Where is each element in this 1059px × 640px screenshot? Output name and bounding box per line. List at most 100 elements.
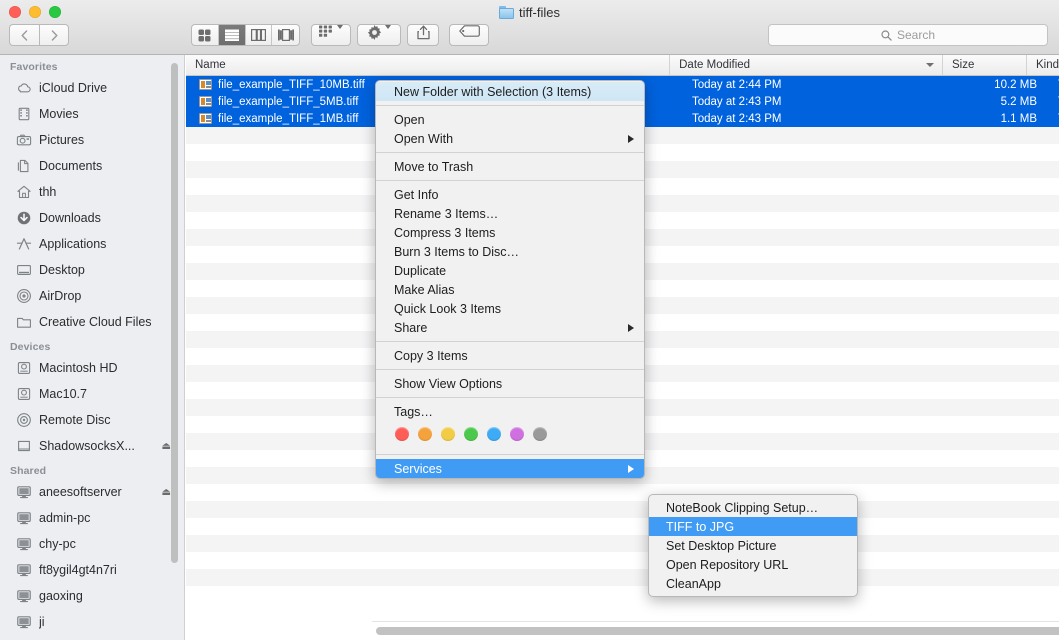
menu-item-burn-3-items-to-disc[interactable]: Burn 3 Items to Disc… [376,242,644,261]
menu-item-new-folder-with-selection-3-items[interactable]: New Folder with Selection (3 Items) [376,82,644,101]
tag-color-dot[interactable] [441,427,455,441]
tiff-image-icon [199,96,212,107]
sidebar[interactable]: Favorites iCloud Drive Movies Pictures Docum… [0,55,185,640]
sidebar-item-chy-pc[interactable]: chy-pc [0,531,184,557]
column-header-size[interactable]: Size [943,55,1027,75]
menu-item-label: Burn 3 Items to Disc… [394,244,520,259]
tag-color-dot[interactable] [418,427,432,441]
menu-item-open-with[interactable]: Open With [376,129,644,148]
menu-item-quick-look-3-items[interactable]: Quick Look 3 Items [376,299,644,318]
sidebar-item-icloud-drive[interactable]: iCloud Drive [0,75,184,101]
tag-color-dot[interactable] [510,427,524,441]
column-header-date-modified[interactable]: Date Modified [670,55,943,75]
submenu-item-set-desktop-picture[interactable]: Set Desktop Picture [649,536,857,555]
submenu-item-notebook-clipping-setup[interactable]: NoteBook Clipping Setup… [649,498,857,517]
documents-icon [16,158,32,174]
chevron-left-icon [21,29,28,41]
submenu-arrow-icon [628,323,634,332]
menu-item-label: Open [394,112,425,127]
tiff-image-icon [199,113,212,124]
sidebar-item-airdrop[interactable]: AirDrop [0,283,184,309]
view-mode-list[interactable] [218,25,246,45]
sidebar-scrollbar[interactable] [171,63,178,563]
view-mode-column[interactable] [246,25,273,45]
menu-item-show-view-options[interactable]: Show View Options [376,374,644,393]
share-icon [416,25,430,40]
back-button[interactable] [9,24,39,46]
view-mode-coverflow[interactable] [272,25,299,45]
sidebar-item-gaoxing[interactable]: gaoxing [0,583,184,609]
eject-icon[interactable]: ⏏ [162,487,171,498]
empty-row [186,518,1059,535]
sidebar-item-label: Remote Disc [39,413,111,427]
sidebar-item-movies[interactable]: Movies [0,101,184,127]
submenu-item-tiff-to-jpg[interactable]: TIFF to JPG [649,517,857,536]
sidebar-item-mac10-7[interactable]: Mac10.7 [0,381,184,407]
finder-window: tiff-files Search Favorites iCloud Drive… [0,0,1059,640]
sidebar-item-ji[interactable]: ji [0,609,184,635]
tag-color-dot[interactable] [464,427,478,441]
sidebar-item-ft8ygil4gt4n7ri[interactable]: ft8ygil4gt4n7ri [0,557,184,583]
menu-item-get-info[interactable]: Get Info [376,185,644,204]
menu-item-tags[interactable]: Tags… [376,402,644,421]
eject-icon[interactable]: ⏏ [162,441,171,452]
tag-color-dot[interactable] [395,427,409,441]
arrange-button[interactable] [311,24,351,46]
column-header-kind[interactable]: Kind [1027,55,1059,75]
sidebar-item-aneesoftserver[interactable]: aneesoftserver ⏏ [0,479,184,505]
sidebar-item-pictures[interactable]: Pictures [0,127,184,153]
share-button[interactable] [407,24,439,46]
tag-icon [458,25,480,37]
sidebar-item-label: aneesoftserver [39,485,122,499]
file-kind-cell: TIFF Image [1049,79,1059,91]
menu-item-copy-3-items[interactable]: Copy 3 Items [376,346,644,365]
sidebar-item-thh[interactable]: thh [0,179,184,205]
column-header-name[interactable]: Name [186,55,671,75]
sidebar-item-macintosh-hd[interactable]: Macintosh HD [0,355,184,381]
file-name-label: file_example_TIFF_10MB.tiff [218,78,365,91]
computer-icon [16,510,32,526]
sidebar-item-applications[interactable]: Applications [0,231,184,257]
menu-item-compress-3-items[interactable]: Compress 3 Items [376,223,644,242]
sidebar-item-documents[interactable]: Documents [0,153,184,179]
sidebar-item-admin-pc[interactable]: admin-pc [0,505,184,531]
computer-icon [16,484,32,500]
sidebar-item-label: Downloads [39,211,101,225]
submenu-item-open-repository-url[interactable]: Open Repository URL [649,555,857,574]
action-button[interactable] [357,24,401,46]
menu-item-rename-3-items[interactable]: Rename 3 Items… [376,204,644,223]
menu-item-services[interactable]: Services [376,459,644,478]
forward-button[interactable] [39,24,69,46]
submenu-item-cleanapp[interactable]: CleanApp [649,574,857,593]
folder-icon [16,314,32,330]
sidebar-item-downloads[interactable]: Downloads [0,205,184,231]
menu-item-duplicate[interactable]: Duplicate [376,261,644,280]
menu-item-label: Share [394,320,428,335]
menu-item-make-alias[interactable]: Make Alias [376,280,644,299]
menu-separator [376,105,644,106]
sidebar-item-desktop[interactable]: Desktop [0,257,184,283]
tag-color-swatches[interactable] [376,421,644,450]
horizontal-scrollbar[interactable] [376,627,1059,635]
services-submenu[interactable]: NoteBook Clipping Setup… TIFF to JPG Set D… [648,494,858,597]
menu-item-label: Services [394,461,442,476]
tag-color-dot[interactable] [487,427,501,441]
view-mode-icon[interactable] [192,25,219,45]
sidebar-item-shadowsocksx[interactable]: ShadowsocksX... ⏏ [0,433,184,459]
sidebar-item-remote-disc[interactable]: Remote Disc [0,407,184,433]
file-date-cell: Today at 2:44 PM [692,78,782,91]
menu-item-share[interactable]: Share [376,318,644,337]
sidebar-item-label: Desktop [39,263,85,277]
sidebar-item-creative-cloud-files[interactable]: Creative Cloud Files [0,309,184,335]
menu-item-move-to-trash[interactable]: Move to Trash [376,157,644,176]
airdrop-icon [16,288,32,304]
scrollbar-thumb[interactable] [376,627,1059,635]
sidebar-item-label: iCloud Drive [39,81,108,95]
context-menu[interactable]: New Folder with Selection (3 Items) Open O… [375,80,645,479]
chevron-down-icon [925,63,934,67]
tag-color-dot[interactable] [533,427,547,441]
search-field[interactable]: Search [768,24,1048,46]
submenu-item-label: Set Desktop Picture [666,538,777,553]
menu-item-open[interactable]: Open [376,110,644,129]
tags-button[interactable] [449,24,489,46]
